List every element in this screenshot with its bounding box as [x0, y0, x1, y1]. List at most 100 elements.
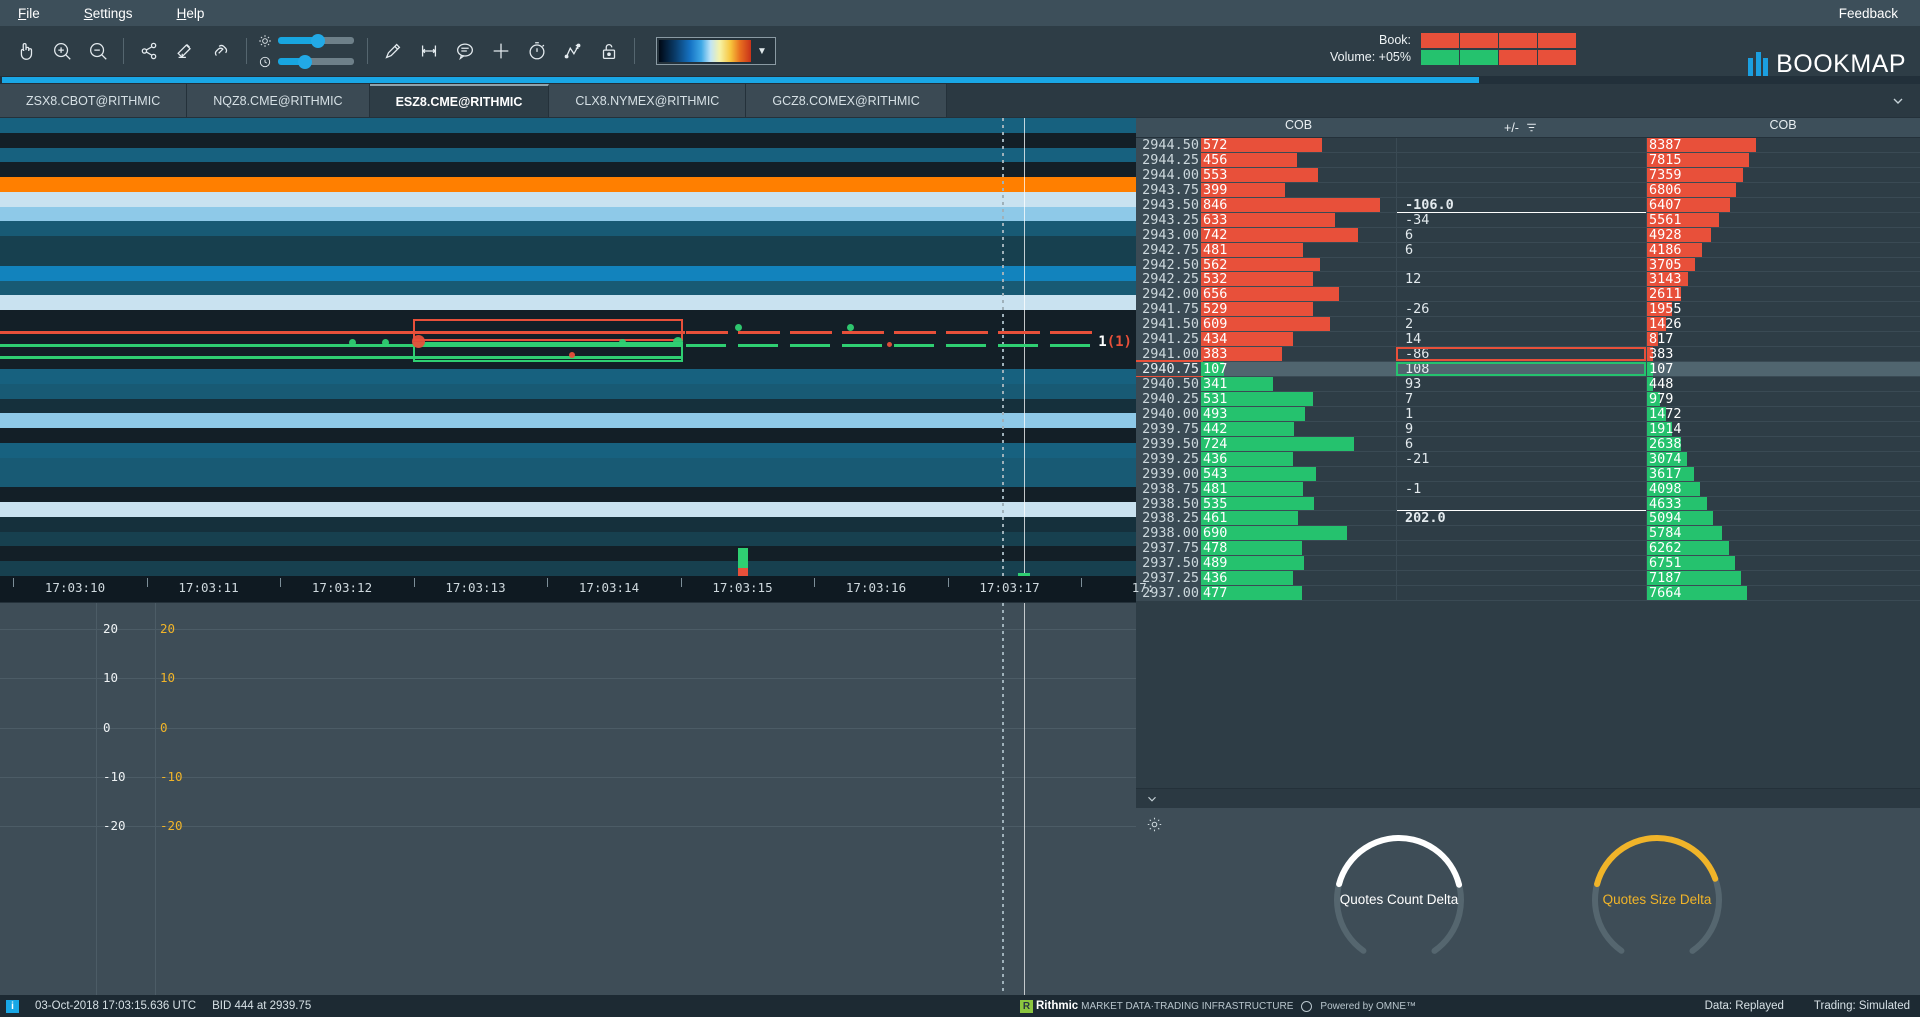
dom-row[interactable]: 2941.5060921426 [1136, 317, 1920, 332]
dom-cob-left-cell[interactable]: 532 [1201, 272, 1396, 286]
dom-row[interactable]: 2937.504896751 [1136, 556, 1920, 571]
dom-row[interactable]: 2943.50846-106.06407 [1136, 198, 1920, 213]
satellite-icon[interactable] [167, 31, 203, 71]
menu-item-settings[interactable]: Settings [84, 6, 133, 21]
dom-row[interactable]: 2940.75107108107 [1136, 362, 1920, 377]
dom-plusminus-cell[interactable] [1396, 287, 1646, 301]
dom-cob-left-cell[interactable]: 543 [1201, 467, 1396, 481]
lock-icon[interactable] [591, 31, 627, 71]
dom-row[interactable]: 2940.255317979 [1136, 392, 1920, 407]
dom-row[interactable]: 2938.505354633 [1136, 497, 1920, 512]
dom-cob-left-cell[interactable]: 341 [1201, 377, 1396, 391]
dom-cob-left-cell[interactable]: 442 [1201, 422, 1396, 436]
dom-price-cell[interactable]: 2944.25 [1136, 153, 1201, 167]
dom-row[interactable]: 2937.004777664 [1136, 586, 1920, 601]
polyline-icon[interactable] [555, 31, 591, 71]
speed-slider[interactable] [278, 58, 354, 65]
dom-cob-right-cell[interactable]: 8387 [1646, 138, 1920, 152]
dom-price-cell[interactable]: 2944.00 [1136, 168, 1201, 182]
dom-plusminus-cell[interactable]: 14 [1396, 332, 1646, 346]
tab-zsx8-cbot[interactable]: ZSX8.CBOT@RITHMIC [0, 84, 187, 117]
dom-cob-left-cell[interactable]: 477 [1201, 586, 1396, 600]
dom-price-cell[interactable]: 2940.25 [1136, 392, 1201, 406]
dom-price-cell[interactable]: 2937.50 [1136, 556, 1201, 570]
share-icon[interactable] [131, 31, 167, 71]
dom-cob-right-cell[interactable]: 3074 [1646, 452, 1920, 466]
dom-price-cell[interactable]: 2940.75 [1136, 362, 1201, 376]
dom-row[interactable]: 2943.753996806 [1136, 183, 1920, 198]
replay-progress-bar[interactable] [0, 76, 1920, 84]
dom-cob-right-cell[interactable]: 7187 [1646, 571, 1920, 585]
menu-item-help[interactable]: Help [177, 6, 205, 21]
zoom-in-icon[interactable] [44, 31, 80, 71]
brightness-slider-knob[interactable] [311, 34, 325, 48]
dom-price-cell[interactable]: 2938.75 [1136, 482, 1201, 496]
dom-plusminus-cell[interactable] [1396, 571, 1646, 585]
dom-row[interactable]: 2942.006562611 [1136, 287, 1920, 302]
dom-plusminus-cell[interactable]: 6 [1396, 243, 1646, 257]
dom-row[interactable]: 2944.505728387 [1136, 138, 1920, 153]
dom-cob-right-cell[interactable]: 2611 [1646, 287, 1920, 301]
dom-cob-left-cell[interactable]: 493 [1201, 407, 1396, 421]
dom-cob-left-cell[interactable]: 456 [1201, 153, 1396, 167]
dom-plusminus-cell[interactable]: -26 [1396, 302, 1646, 316]
dom-cob-right-cell[interactable]: 1472 [1646, 407, 1920, 421]
dom-price-cell[interactable]: 2942.25 [1136, 272, 1201, 286]
dom-cob-left-cell[interactable]: 562 [1201, 258, 1396, 272]
dom-plusminus-cell[interactable]: 6 [1396, 228, 1646, 242]
dom-cob-left-cell[interactable]: 724 [1201, 437, 1396, 451]
dom-cob-right-cell[interactable]: 6407 [1646, 198, 1920, 212]
dom-cob-left-cell[interactable]: 553 [1201, 168, 1396, 182]
dom-cob-left-cell[interactable]: 633 [1201, 213, 1396, 227]
dom-row[interactable]: 2937.254367187 [1136, 571, 1920, 586]
dom-row[interactable]: 2940.0049311472 [1136, 407, 1920, 422]
dom-row[interactable]: 2942.25532123143 [1136, 272, 1920, 287]
dom-plusminus-cell[interactable] [1396, 526, 1646, 540]
dom-plusminus-cell[interactable]: 202.0 [1396, 511, 1646, 525]
dom-price-cell[interactable]: 2941.50 [1136, 317, 1201, 331]
dom-plusminus-cell[interactable]: 7 [1396, 392, 1646, 406]
dom-cob-right-cell[interactable]: 5561 [1646, 213, 1920, 227]
dom-price-cell[interactable]: 2941.00 [1136, 347, 1201, 361]
tab-nqz8-cme[interactable]: NQZ8.CME@RITHMIC [187, 84, 369, 117]
dom-row[interactable]: 2938.25461202.05094 [1136, 511, 1920, 526]
hand-icon[interactable] [8, 31, 44, 71]
dom-plusminus-cell[interactable] [1396, 168, 1646, 182]
dom-cob-left-cell[interactable]: 690 [1201, 526, 1396, 540]
dom-cob-right-cell[interactable]: 107 [1646, 362, 1920, 376]
dom-cob-left-cell[interactable]: 529 [1201, 302, 1396, 316]
dom-price-cell[interactable]: 2942.50 [1136, 258, 1201, 272]
dom-row[interactable]: 2943.25633-345561 [1136, 213, 1920, 228]
dom-price-cell[interactable]: 2943.00 [1136, 228, 1201, 242]
dom-price-cell[interactable]: 2942.00 [1136, 287, 1201, 301]
timer-icon[interactable] [519, 31, 555, 71]
dom-cob-right-cell[interactable]: 5094 [1646, 511, 1920, 525]
dom-collapse-toggle[interactable] [1136, 788, 1920, 808]
dom-cob-left-cell[interactable]: 478 [1201, 541, 1396, 555]
dom-cob-right-cell[interactable]: 3617 [1646, 467, 1920, 481]
dom-price-cell[interactable]: 2942.75 [1136, 243, 1201, 257]
dom-price-cell[interactable]: 2941.25 [1136, 332, 1201, 346]
dom-plusminus-cell[interactable]: 12 [1396, 272, 1646, 286]
dom-price-cell[interactable]: 2938.00 [1136, 526, 1201, 540]
dom-plusminus-cell[interactable]: 6 [1396, 437, 1646, 451]
dom-plusminus-cell[interactable] [1396, 556, 1646, 570]
dom-plusminus-cell[interactable] [1396, 258, 1646, 272]
dom-plusminus-cell[interactable]: 2 [1396, 317, 1646, 331]
dom-cob-left-cell[interactable]: 436 [1201, 452, 1396, 466]
dom-cob-right-cell[interactable]: 1914 [1646, 422, 1920, 436]
dom-plusminus-cell[interactable] [1396, 497, 1646, 511]
dom-cob-right-cell[interactable]: 383 [1646, 347, 1920, 361]
dom-cob-left-cell[interactable]: 531 [1201, 392, 1396, 406]
heatmap-chart-zone[interactable]: 1(1) 175 17:03:1017:03:1117:03:1217:03:1… [0, 118, 1136, 995]
dom-price-cell[interactable]: 2944.50 [1136, 138, 1201, 152]
crosshair-icon[interactable] [483, 31, 519, 71]
pencil-icon[interactable] [375, 31, 411, 71]
dom-price-cell[interactable]: 2938.50 [1136, 497, 1201, 511]
liquidity-heatmap[interactable]: 1(1) [0, 118, 1136, 576]
dom-cob-right-cell[interactable]: 1426 [1646, 317, 1920, 331]
gauge-quotes-size-delta[interactable]: Quotes Size Delta [1553, 822, 1761, 980]
dom-cob-left-cell[interactable]: 846 [1201, 198, 1396, 212]
dom-plusminus-cell[interactable]: -106.0 [1396, 198, 1646, 212]
dom-row[interactable]: 2939.005433617 [1136, 467, 1920, 482]
